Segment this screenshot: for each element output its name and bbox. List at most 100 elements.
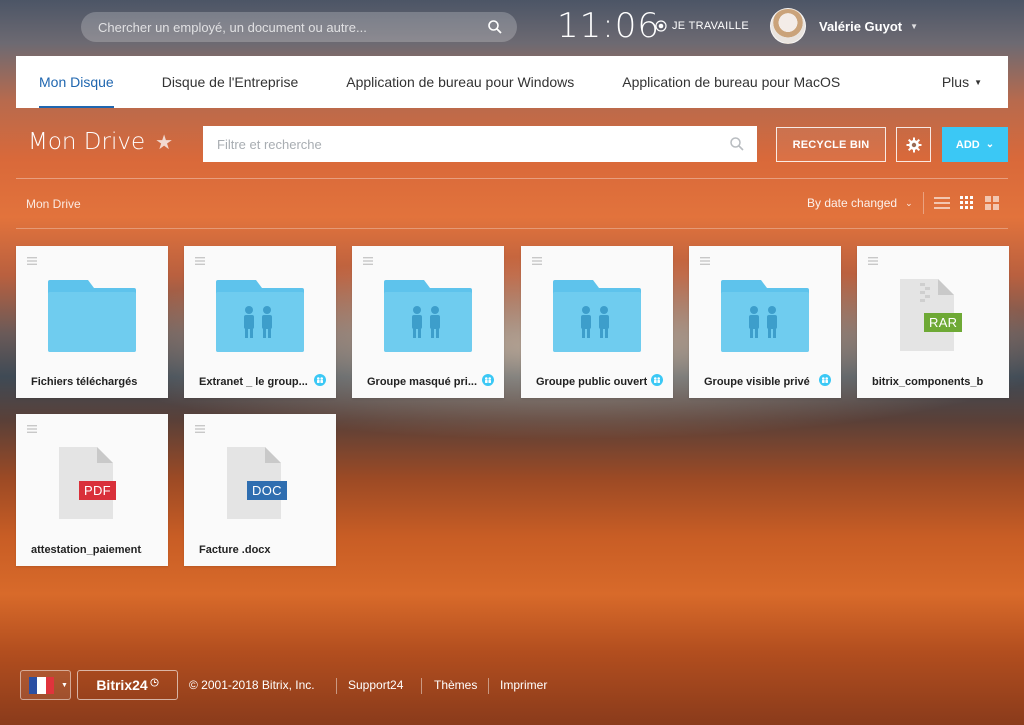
user-menu[interactable]: Valérie Guyot ▼: [770, 8, 918, 44]
file-thumbnail: DOC: [184, 436, 336, 532]
chevron-down-icon: ▼: [910, 21, 919, 31]
footer-link-support[interactable]: Support24: [348, 678, 403, 692]
file-thumbnail: [16, 268, 168, 364]
star-icon[interactable]: ★: [155, 130, 173, 154]
tab-more-label: Plus: [941, 74, 970, 90]
recycle-bin-button[interactable]: RECYCLE BIN: [776, 127, 886, 162]
file-tile[interactable]: RAR bitrix_components_bit...: [857, 246, 1009, 398]
divider: [421, 678, 422, 694]
document-icon: DOC: [225, 447, 295, 521]
divider: [336, 678, 337, 694]
drag-handle-icon[interactable]: [27, 425, 37, 433]
grid-small-view-icon[interactable]: [959, 196, 975, 210]
file-tile[interactable]: Extranet _ le group...: [184, 246, 336, 398]
file-thumbnail: [689, 268, 841, 364]
tab-disque-entreprise[interactable]: Disque de l'Entreprise: [162, 56, 299, 108]
drag-handle-icon[interactable]: [195, 257, 205, 265]
bitrix24-logo-button[interactable]: Bitrix24: [77, 670, 178, 700]
shared-users-icon: [314, 374, 326, 386]
language-selector[interactable]: ▼: [20, 670, 71, 700]
divider: [923, 192, 924, 214]
chevron-down-icon: ⌄: [905, 197, 913, 208]
filter-placeholder: Filtre et recherche: [217, 136, 322, 152]
shared-users-icon: [482, 374, 494, 386]
global-search-placeholder: Chercher un employé, un document ou autr…: [98, 19, 367, 35]
file-name: Extranet _ le group...: [199, 376, 308, 388]
footer-link-print[interactable]: Imprimer: [500, 678, 547, 692]
search-icon[interactable]: [729, 136, 745, 152]
file-name: Groupe visible privé: [704, 376, 810, 388]
sort-label: By date changed: [807, 196, 898, 210]
file-name: bitrix_components_bit...: [872, 376, 983, 388]
chevron-down-icon: ▼: [61, 681, 68, 689]
group-folder-icon: [553, 280, 641, 352]
add-button[interactable]: ADD ⌄: [942, 127, 1008, 162]
avatar: [770, 8, 806, 44]
gear-icon: [906, 137, 921, 152]
document-icon: RAR: [898, 279, 968, 353]
group-folder-icon: [721, 280, 809, 352]
file-tile[interactable]: Groupe masqué pri...: [352, 246, 504, 398]
file-tile[interactable]: Groupe public ouvert: [521, 246, 673, 398]
file-thumbnail: [352, 268, 504, 364]
divider: [16, 178, 1008, 179]
global-search-input[interactable]: Chercher un employé, un document ou autr…: [81, 12, 517, 42]
file-thumbnail: [521, 268, 673, 364]
filter-search-input[interactable]: Filtre et recherche: [203, 126, 757, 162]
grid-large-view-icon[interactable]: [984, 196, 1000, 210]
file-tile[interactable]: Groupe visible privé: [689, 246, 841, 398]
clock-icon: [150, 677, 159, 687]
sort-dropdown[interactable]: By date changed ⌄: [807, 196, 913, 210]
page-title-text: Mon Drive: [28, 129, 146, 155]
divider: [16, 228, 1008, 229]
document-icon: PDF: [57, 447, 127, 521]
tab-app-windows[interactable]: Application de bureau pour Windows: [346, 56, 574, 108]
drag-handle-icon[interactable]: [532, 257, 542, 265]
drag-handle-icon[interactable]: [363, 257, 373, 265]
tab-mon-disque[interactable]: Mon Disque: [39, 56, 114, 108]
shared-users-icon: [651, 374, 663, 386]
file-name: Groupe masqué pri...: [367, 376, 478, 388]
record-icon: [655, 20, 667, 32]
list-view-icon[interactable]: [934, 196, 950, 210]
copyright: © 2001-2018 Bitrix, Inc.: [189, 678, 315, 692]
chevron-down-icon: ⌄: [985, 139, 995, 150]
drag-handle-icon[interactable]: [195, 425, 205, 433]
work-status-label: JE TRAVAILLE: [672, 20, 749, 32]
clock: 11:06: [557, 6, 660, 46]
search-icon[interactable]: [487, 19, 503, 35]
drag-handle-icon[interactable]: [700, 257, 710, 265]
tab-more[interactable]: Plus ▼: [942, 56, 982, 108]
drive-tabs: Mon Disque Disque de l'Entreprise Applic…: [16, 56, 1008, 108]
file-tile[interactable]: PDF attestation_paiement....: [16, 414, 168, 566]
group-folder-icon: [384, 280, 472, 352]
file-name: Groupe public ouvert: [536, 376, 647, 388]
file-type-badge: RAR: [924, 313, 963, 332]
file-tile[interactable]: DOC Facture .docx: [184, 414, 336, 566]
drag-handle-icon[interactable]: [27, 257, 37, 265]
top-bar: Chercher un employé, un document ou autr…: [0, 0, 1024, 54]
add-button-label: ADD: [955, 138, 980, 151]
breadcrumb[interactable]: Mon Drive: [26, 197, 81, 211]
work-status-button[interactable]: JE TRAVAILLE: [655, 20, 749, 32]
settings-button[interactable]: [896, 127, 931, 162]
drag-handle-icon[interactable]: [868, 257, 878, 265]
folder-icon: [48, 280, 136, 352]
tab-app-macos[interactable]: Application de bureau pour MacOS: [622, 56, 840, 108]
file-name: attestation_paiement....: [31, 544, 142, 556]
user-name: Valérie Guyot: [819, 18, 903, 34]
file-thumbnail: RAR: [857, 268, 1009, 364]
file-type-badge: DOC: [247, 481, 287, 500]
group-folder-icon: [216, 280, 304, 352]
chevron-down-icon: ▼: [974, 77, 982, 87]
brand-label: Bitrix24: [96, 677, 148, 693]
footer-link-themes[interactable]: Thèmes: [434, 678, 477, 692]
file-type-badge: PDF: [79, 481, 116, 500]
file-tile[interactable]: Fichiers téléchargés: [16, 246, 168, 398]
divider: [488, 678, 489, 694]
shared-users-icon: [819, 374, 831, 386]
file-name: Fichiers téléchargés: [31, 376, 138, 388]
file-thumbnail: [184, 268, 336, 364]
file-thumbnail: PDF: [16, 436, 168, 532]
france-flag-icon: [29, 676, 54, 694]
